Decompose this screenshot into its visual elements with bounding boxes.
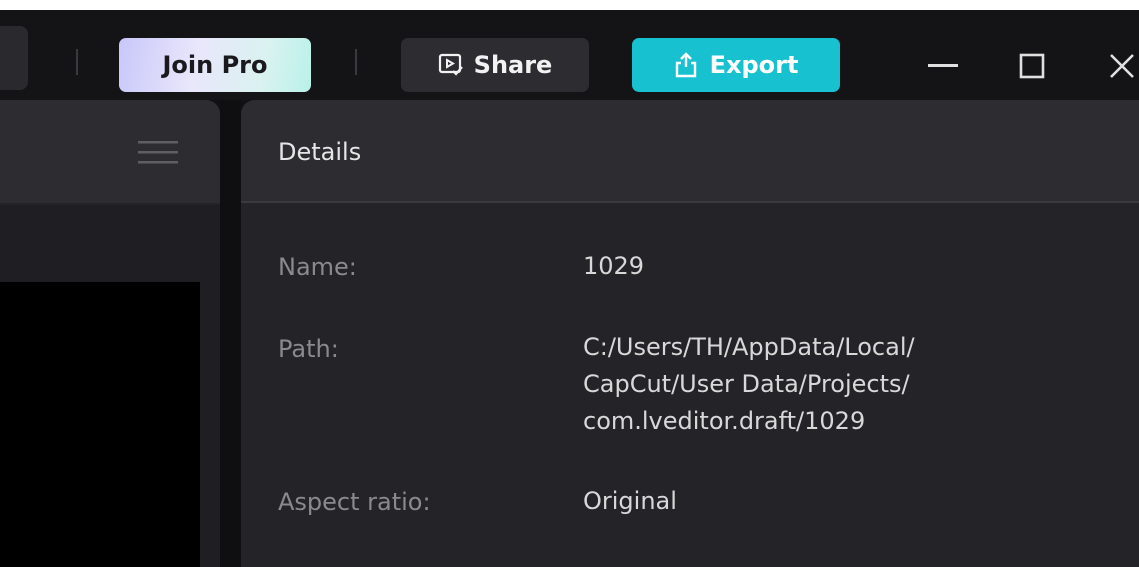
name-value: 1029	[583, 248, 644, 285]
title-bar: Join Pro Share Export	[0, 10, 1139, 100]
path-label: Path:	[278, 335, 339, 363]
share-button[interactable]: Share	[401, 38, 589, 92]
export-upload-icon	[674, 52, 698, 78]
maximize-icon	[1019, 53, 1045, 79]
aspect-ratio-label: Aspect ratio:	[278, 488, 431, 516]
preview-panel-header	[0, 100, 220, 203]
join-pro-button[interactable]: Join Pro	[119, 38, 311, 92]
share-video-icon	[438, 53, 464, 77]
minimize-button[interactable]	[921, 44, 965, 88]
minimize-icon	[928, 64, 958, 68]
path-value-line: C:/Users/TH/AppData/Local/	[583, 333, 915, 361]
preview-panel	[0, 100, 220, 567]
share-label: Share	[473, 51, 553, 79]
close-button[interactable]	[1100, 44, 1139, 88]
panel-divider[interactable]	[220, 100, 241, 567]
path-value-line: com.lveditor.draft/1029	[583, 407, 866, 435]
details-title: Details	[278, 138, 362, 166]
left-toolbar-stub[interactable]	[0, 26, 28, 90]
toolbar-separator	[355, 49, 357, 75]
export-button[interactable]: Export	[632, 38, 840, 92]
path-value-line: CapCut/User Data/Projects/	[583, 370, 910, 398]
video-preview[interactable]	[0, 282, 200, 567]
maximize-button[interactable]	[1010, 44, 1054, 88]
aspect-ratio-value: Original	[583, 483, 677, 520]
path-value: C:/Users/TH/AppData/Local/ CapCut/User D…	[583, 329, 915, 440]
join-pro-label: Join Pro	[162, 51, 268, 79]
name-label: Name:	[278, 253, 357, 281]
details-header: Details	[241, 100, 1139, 203]
details-panel: Details Name: 1029 Path: C:/Users/TH/App…	[241, 100, 1139, 567]
export-label: Export	[709, 51, 799, 79]
toolbar-separator	[76, 49, 78, 75]
close-icon	[1107, 51, 1137, 81]
menu-icon[interactable]	[138, 140, 178, 164]
name-value-line: 1029	[583, 252, 645, 280]
app-window: Join Pro Share Export Details Name: 1029…	[0, 0, 1139, 567]
top-strip	[0, 0, 1139, 10]
aspect-ratio-value-line: Original	[583, 487, 677, 515]
